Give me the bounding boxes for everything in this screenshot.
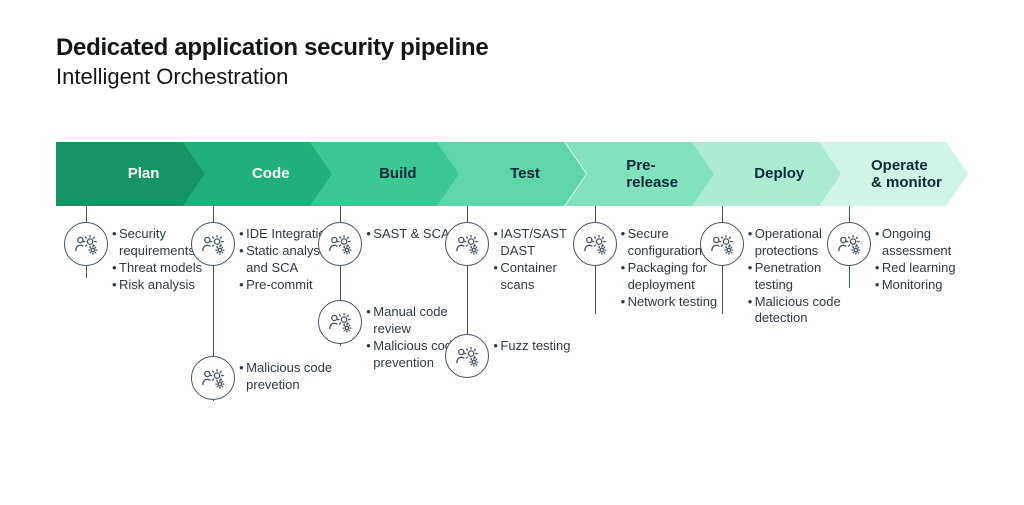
list-item: •Monitoring xyxy=(875,277,967,294)
list-item: •Ongoing assessment xyxy=(875,226,967,260)
bullet-icon: • xyxy=(239,226,246,243)
person-gear-icon xyxy=(445,222,489,266)
stage-label: Test xyxy=(510,165,540,182)
bullet-icon: • xyxy=(493,226,500,243)
stage-label: Plan xyxy=(128,165,160,182)
bullet-icon: • xyxy=(875,226,882,243)
person-gear-icon xyxy=(445,334,489,378)
bullet-icon: • xyxy=(875,260,882,277)
bullet-icon: • xyxy=(366,304,373,321)
person-gear-icon xyxy=(700,222,744,266)
bullet-icon: • xyxy=(621,260,628,277)
list-item: •Manual code review xyxy=(366,304,466,338)
bullet-icon: • xyxy=(875,277,882,294)
list-item-label: IAST/SAST DAST xyxy=(500,226,573,260)
person-gear-icon xyxy=(827,222,871,266)
activity-list: •Security requirements•Threat models•Ris… xyxy=(112,226,204,294)
list-item-label: Container scans xyxy=(500,260,573,294)
bullet-icon: • xyxy=(239,243,246,260)
person-gear-icon xyxy=(191,222,235,266)
list-item: •Penetration testing xyxy=(748,260,852,294)
list-item-label: Ongoing assessment xyxy=(882,226,967,260)
stage-label: Deploy xyxy=(754,165,804,182)
diagram-subtitle: Intelligent Orchestration xyxy=(56,64,488,90)
list-item-label: Penetration testing xyxy=(755,260,852,294)
bullet-icon: • xyxy=(366,338,373,355)
list-item-label: Risk analysis xyxy=(119,277,195,294)
bullet-icon: • xyxy=(112,226,119,243)
stage-label: Build xyxy=(379,165,417,182)
list-item: •Container scans xyxy=(493,260,573,294)
list-item: •Packaging for deployment xyxy=(621,260,721,294)
bullet-icon: • xyxy=(621,294,628,311)
stage-label: Pre- release xyxy=(626,157,678,192)
diagram-title: Dedicated application security pipeline xyxy=(56,34,488,62)
person-gear-icon xyxy=(318,300,362,344)
bullet-icon: • xyxy=(239,360,246,377)
list-item-label: Malicious code prevetion xyxy=(246,360,337,394)
activity-list: •Ongoing assessment•Red learning•Monitor… xyxy=(875,226,967,294)
title-block: Dedicated application security pipeline … xyxy=(56,34,488,90)
bullet-icon: • xyxy=(239,277,246,294)
stage-label: Code xyxy=(252,165,290,182)
bullet-icon: • xyxy=(493,338,500,355)
list-item: •Malicious code detection xyxy=(748,294,852,328)
person-gear-icon xyxy=(318,222,362,266)
activity-list: •Malicious code prevetion xyxy=(239,360,337,394)
person-gear-icon xyxy=(191,356,235,400)
bullet-icon: • xyxy=(748,294,755,311)
list-item: •Fuzz testing xyxy=(493,338,573,355)
bullet-icon: • xyxy=(112,260,119,277)
bullet-icon: • xyxy=(621,226,628,243)
bullet-icon: • xyxy=(748,260,755,277)
bullet-icon: • xyxy=(748,226,755,243)
list-item: •Malicious code prevetion xyxy=(239,360,337,394)
bullet-icon: • xyxy=(366,226,373,243)
list-item-label: Monitoring xyxy=(882,277,943,294)
person-gear-icon xyxy=(64,222,108,266)
list-item: •Pre-commit xyxy=(239,277,337,294)
list-item-label: Red learning xyxy=(882,260,956,277)
list-item-label: Fuzz testing xyxy=(500,338,570,355)
activity-list: •IAST/SAST DAST•Container scans xyxy=(493,226,573,294)
stage-label: Operate & monitor xyxy=(871,157,942,192)
list-item-label: Malicious code detection xyxy=(755,294,852,328)
pipeline-arrow-bar: Plan Code Build Test Pre- release Deploy Opera… xyxy=(56,142,968,206)
list-item: •Network testing xyxy=(621,294,721,311)
list-item-label: Threat models xyxy=(119,260,202,277)
list-item-label: Packaging for deployment xyxy=(628,260,721,294)
pipeline-columns: •Security requirements•Threat models•Ris… xyxy=(56,206,968,476)
bullet-icon: • xyxy=(112,277,119,294)
list-item-label: Manual code review xyxy=(373,304,466,338)
list-item: •Threat models xyxy=(112,260,204,277)
stage-operate-monitor: Operate & monitor xyxy=(819,142,968,206)
list-item-label: Pre-commit xyxy=(246,277,312,294)
list-item-label: SAST & SCA xyxy=(373,226,449,243)
list-item: •Red learning xyxy=(875,260,967,277)
list-item-label: Network testing xyxy=(628,294,718,311)
activity-list: •Fuzz testing xyxy=(493,338,573,355)
list-item: •IAST/SAST DAST xyxy=(493,226,573,260)
bullet-icon: • xyxy=(493,260,500,277)
person-gear-icon xyxy=(573,222,617,266)
list-item: •Risk analysis xyxy=(112,277,204,294)
